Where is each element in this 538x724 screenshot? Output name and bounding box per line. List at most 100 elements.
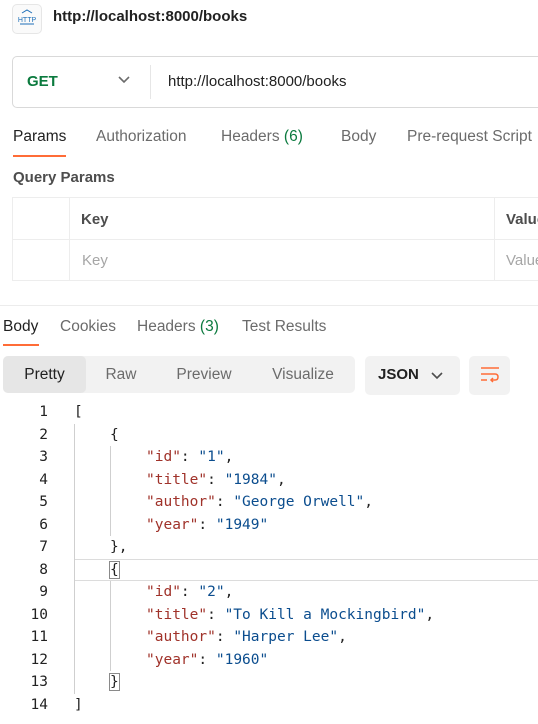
- svg-text:HTTP: HTTP: [18, 17, 37, 24]
- line-number: 1: [39, 404, 48, 420]
- code-text: ]: [74, 694, 83, 717]
- indent-guide: [110, 581, 111, 671]
- code-text: "year": "1949": [146, 514, 268, 537]
- code-text: "id": "2",: [146, 581, 233, 604]
- url-divider: [150, 65, 151, 99]
- view-pretty-button[interactable]: Pretty: [3, 356, 86, 393]
- line-number: 4: [39, 471, 48, 488]
- tab-cookies[interactable]: Cookies: [60, 318, 116, 336]
- json-key: "id": [146, 449, 181, 465]
- json-key: "id": [146, 584, 181, 600]
- json-key: "author": [146, 629, 216, 645]
- json-punctuation: :: [180, 584, 199, 600]
- json-punctuation: ,: [224, 449, 234, 465]
- param-key-input[interactable]: Key: [82, 252, 108, 269]
- url-bar: GET http://localhost:8000/books: [12, 56, 538, 108]
- json-string: "1984": [224, 471, 277, 488]
- tab-params[interactable]: Params: [13, 128, 66, 146]
- code-line: 10 "title": "To Kill a Mockingbird",: [0, 604, 538, 627]
- table-divider: [13, 239, 538, 240]
- view-preview-button[interactable]: Preview: [156, 356, 252, 393]
- code-line: 8{: [0, 559, 538, 582]
- view-mode-control: Pretty Raw Preview Visualize: [3, 356, 355, 393]
- tab-response-body[interactable]: Body: [3, 318, 38, 336]
- code-text: [: [74, 401, 83, 424]
- tab-headers[interactable]: Headers (6): [221, 128, 303, 146]
- line-number: 5: [39, 494, 48, 510]
- code-line: 5 "author": "George Orwell",: [0, 491, 538, 514]
- line-number: 9: [39, 584, 48, 600]
- request-title[interactable]: http://localhost:8000/books: [53, 8, 247, 25]
- wrap-lines-button[interactable]: [469, 356, 510, 395]
- line-number: 8: [39, 561, 48, 578]
- view-visualize-button[interactable]: Visualize: [252, 356, 354, 393]
- tab-body[interactable]: Body: [341, 128, 376, 146]
- table-divider: [494, 198, 495, 280]
- code-line: 6 "year": "1949": [0, 514, 538, 537]
- code-text: "author": "Harper Lee",: [146, 626, 347, 649]
- code-text: "year": "1960": [146, 649, 268, 672]
- code-line: 9 "id": "2",: [0, 581, 538, 604]
- response-body-editor[interactable]: 1[2{3 "id": "1", 4 "title": "1984", 5 "author…: [0, 400, 538, 724]
- request-header: HTTP http://localhost:8000/books: [0, 0, 538, 38]
- tab-test-results[interactable]: Test Results: [242, 318, 326, 336]
- query-params-title: Query Params: [13, 169, 115, 186]
- code-line: 2{: [0, 424, 538, 447]
- json-punctuation: [: [74, 404, 83, 420]
- chevron-down-icon: [430, 368, 444, 386]
- json-key: "year": [146, 651, 199, 668]
- json-punctuation: :: [207, 471, 225, 488]
- query-params-table: Key Value Key Value: [12, 197, 538, 281]
- json-punctuation: :: [198, 651, 216, 668]
- code-text: }: [109, 671, 120, 694]
- json-punctuation: ,: [425, 606, 435, 623]
- json-punctuation: ,: [224, 584, 234, 600]
- json-punctuation: :: [180, 449, 199, 465]
- line-number: 6: [39, 516, 48, 533]
- view-raw-button[interactable]: Raw: [86, 356, 156, 393]
- request-tabs: Params Authorization Headers (6) Body Pr…: [0, 120, 538, 160]
- json-punctuation: ]: [74, 696, 83, 713]
- json-string: "Harper Lee": [233, 629, 339, 645]
- json-key: "author": [146, 494, 216, 510]
- tab-pre-request-script[interactable]: Pre-request Script: [407, 128, 532, 146]
- code-text: "title": "1984",: [146, 469, 286, 492]
- code-line: 12 "year": "1960": [0, 649, 538, 672]
- code-text: "id": "1",: [146, 446, 233, 469]
- json-string: "1949": [215, 516, 269, 533]
- line-number: 14: [30, 696, 48, 713]
- json-punctuation: ,: [118, 539, 128, 555]
- chevron-down-icon[interactable]: [117, 72, 131, 90]
- json-key: "year": [146, 516, 199, 533]
- code-text: {: [110, 424, 119, 447]
- line-number: 10: [30, 606, 48, 623]
- json-punctuation: :: [198, 516, 216, 533]
- code-line: 3 "id": "1",: [0, 446, 538, 469]
- json-punctuation: :: [215, 494, 234, 510]
- code-line: 11 "author": "Harper Lee",: [0, 626, 538, 649]
- wrap-lines-icon: [479, 365, 501, 387]
- url-input[interactable]: http://localhost:8000/books: [168, 73, 346, 90]
- json-punctuation: ,: [364, 494, 373, 510]
- line-number: 13: [30, 674, 48, 690]
- format-label: JSON: [378, 366, 419, 383]
- json-punctuation: ,: [276, 471, 286, 488]
- json-punctuation: }: [110, 539, 119, 555]
- tab-authorization[interactable]: Authorization: [96, 128, 186, 146]
- indent-guide: [110, 446, 111, 536]
- column-header-value: Value: [506, 211, 538, 228]
- json-string: "2": [198, 584, 225, 600]
- param-value-input[interactable]: Value: [506, 252, 538, 269]
- format-select[interactable]: JSON: [365, 356, 460, 395]
- json-punctuation: {: [110, 426, 119, 443]
- response-tabs: Body Cookies Headers (3) Test Results: [0, 310, 538, 348]
- json-string: "1": [198, 449, 225, 465]
- json-string: "George Orwell": [233, 494, 365, 510]
- code-text: "title": "To Kill a Mockingbird",: [146, 604, 434, 627]
- code-text: "author": "George Orwell",: [146, 491, 373, 514]
- method-select[interactable]: GET: [27, 73, 58, 90]
- code-line: 14]: [0, 694, 538, 717]
- tab-response-headers[interactable]: Headers (3): [137, 318, 219, 336]
- code-line: 1[: [0, 401, 538, 424]
- code-text: {: [109, 559, 120, 582]
